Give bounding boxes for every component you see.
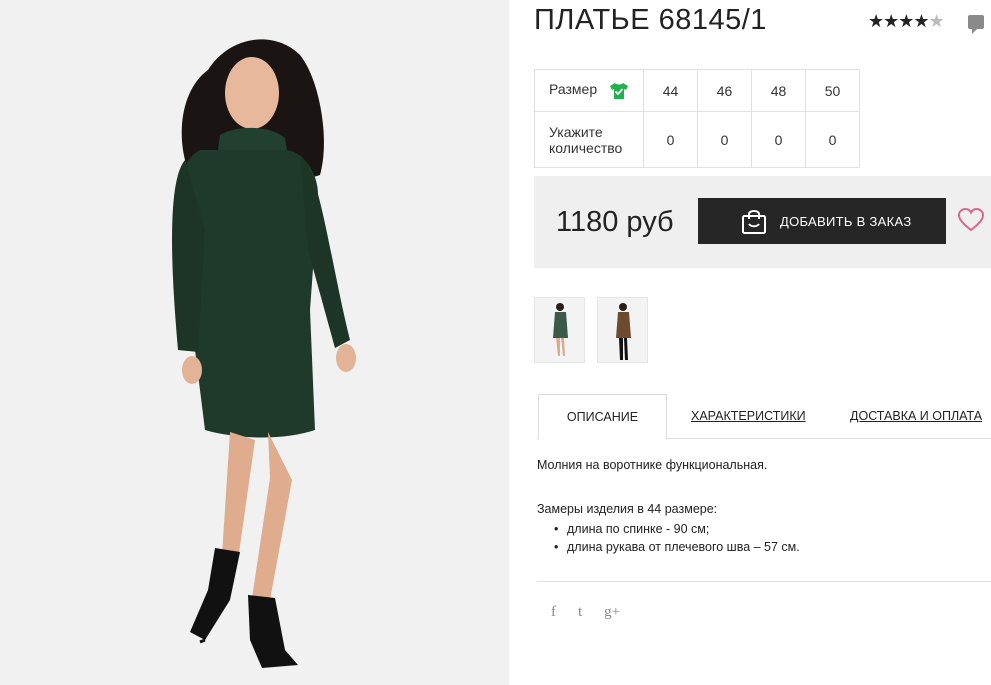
wishlist-heart-icon[interactable] <box>958 208 984 232</box>
size-50: 50 <box>805 69 860 112</box>
brown-dress-thumbnail[interactable] <box>597 297 648 363</box>
size-header-cell: Размер <box>534 69 644 112</box>
tab-delivery-payment[interactable]: ДОСТАВКА И ОПЛАТА <box>850 394 982 439</box>
quantity-input-50[interactable]: 0 <box>805 111 860 168</box>
quantity-input-48[interactable]: 0 <box>751 111 806 168</box>
quantity-input-46[interactable]: 0 <box>697 111 752 168</box>
quantity-label: Укажите количество <box>534 111 644 168</box>
size-44: 44 <box>643 69 698 112</box>
product-title: ПЛАТЬЕ 68145/1 <box>534 4 767 36</box>
social-share-links: f t g+ <box>551 604 620 621</box>
quantity-row: Укажите количество 0 0 0 0 <box>534 111 860 168</box>
rating-filled-stars: ★★★★ <box>868 11 930 31</box>
list-item: длина по спинке - 90 см; <box>554 520 800 538</box>
rating-stars[interactable]: ★★★★★ <box>868 11 945 32</box>
size-48: 48 <box>751 69 806 112</box>
product-info-tabs: ОПИСАНИЕ ХАРАКТЕРИСТИКИ ДОСТАВКА И ОПЛАТ… <box>537 394 991 440</box>
add-to-order-button[interactable]: ДОБАВИТЬ В ЗАКАЗ <box>698 198 946 244</box>
product-price: 1180 руб <box>556 206 674 238</box>
model-in-green-dress-image <box>0 0 509 685</box>
twitter-icon[interactable]: t <box>578 604 582 621</box>
color-thumbnails <box>534 297 648 363</box>
google-plus-icon[interactable]: g+ <box>604 604 620 621</box>
measurements-list: длина по спинке - 90 см; длина рукава от… <box>554 520 800 556</box>
quantity-input-44[interactable]: 0 <box>643 111 698 168</box>
rating-half-star: ★ <box>928 11 945 31</box>
size-quantity-table: Размер 44 46 48 50 Укажите количество 0 … <box>534 69 860 168</box>
comment-icon[interactable] <box>968 15 984 34</box>
list-item: длина рукава от плечевого шва – 57 см. <box>554 538 800 556</box>
green-dress-thumbnail[interactable] <box>534 297 585 363</box>
size-chart-shirt-icon[interactable] <box>609 82 629 100</box>
measurements-heading: Замеры изделия в 44 размере: <box>537 502 718 516</box>
facebook-icon[interactable]: f <box>551 604 556 621</box>
buy-panel: 1180 руб ДОБАВИТЬ В ЗАКАЗ <box>534 176 991 268</box>
product-photo[interactable] <box>0 0 509 685</box>
shopping-bag-icon <box>742 210 766 234</box>
description-line: Молния на воротнике функциональная. <box>537 458 768 472</box>
size-row: Размер 44 46 48 50 <box>534 69 860 112</box>
size-46: 46 <box>697 69 752 112</box>
tab-characteristics[interactable]: ХАРАКТЕРИСТИКИ <box>691 394 806 439</box>
add-to-order-label: ДОБАВИТЬ В ЗАКАЗ <box>780 213 912 229</box>
divider <box>537 581 991 582</box>
tab-description[interactable]: ОПИСАНИЕ <box>538 394 667 440</box>
description-content: Молния на воротнике функциональная. Заме… <box>537 456 800 556</box>
size-label: Размер <box>549 81 598 98</box>
